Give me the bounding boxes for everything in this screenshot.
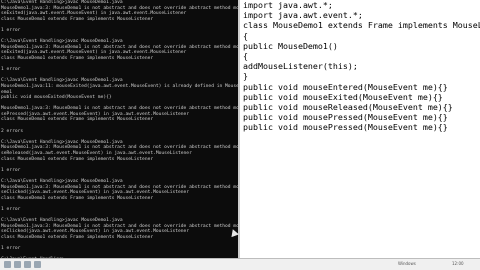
code-line: import java.awt.*; bbox=[243, 0, 333, 10]
code-line: { bbox=[243, 30, 248, 41]
app-icon[interactable] bbox=[14, 261, 21, 268]
taskbar-label: Windows bbox=[398, 261, 416, 266]
code-line: public void mouseExited(MouseEvent me){} bbox=[243, 91, 443, 102]
code-line: public void mouseReleased(MouseEvent me)… bbox=[243, 101, 453, 112]
code-line: import java.awt.event.*; bbox=[243, 10, 363, 21]
clock: 12:00 bbox=[452, 261, 464, 266]
app-icon[interactable] bbox=[24, 261, 31, 268]
code-line: public void mousePressed(MouseEvent me){… bbox=[243, 122, 448, 133]
code-line: class MouseDemo1 extends Frame implement… bbox=[243, 20, 480, 31]
console-line: MouseDemo1.java:11: mouseExited(java.awt… bbox=[1, 83, 238, 89]
code-line: addMouseListener(this); bbox=[243, 61, 358, 72]
start-icon[interactable] bbox=[4, 261, 11, 268]
app-icon[interactable] bbox=[34, 261, 41, 268]
code-line: public void mouseEntered(MouseEvent me){… bbox=[243, 81, 448, 92]
taskbar: Windows 12:00 bbox=[0, 258, 480, 270]
code-line: public MouseDemo1() bbox=[243, 40, 338, 51]
code-line: public void mousePressed(MouseEvent me){… bbox=[243, 112, 448, 123]
code-line: { bbox=[243, 50, 248, 61]
command-prompt-window[interactable]: C:\Java\Event Handling>javac MouseDemo1.… bbox=[0, 0, 238, 258]
code-editor-window[interactable]: import java.awt.*; import java.awt.event.… bbox=[240, 0, 480, 258]
code-line: } bbox=[243, 71, 248, 82]
